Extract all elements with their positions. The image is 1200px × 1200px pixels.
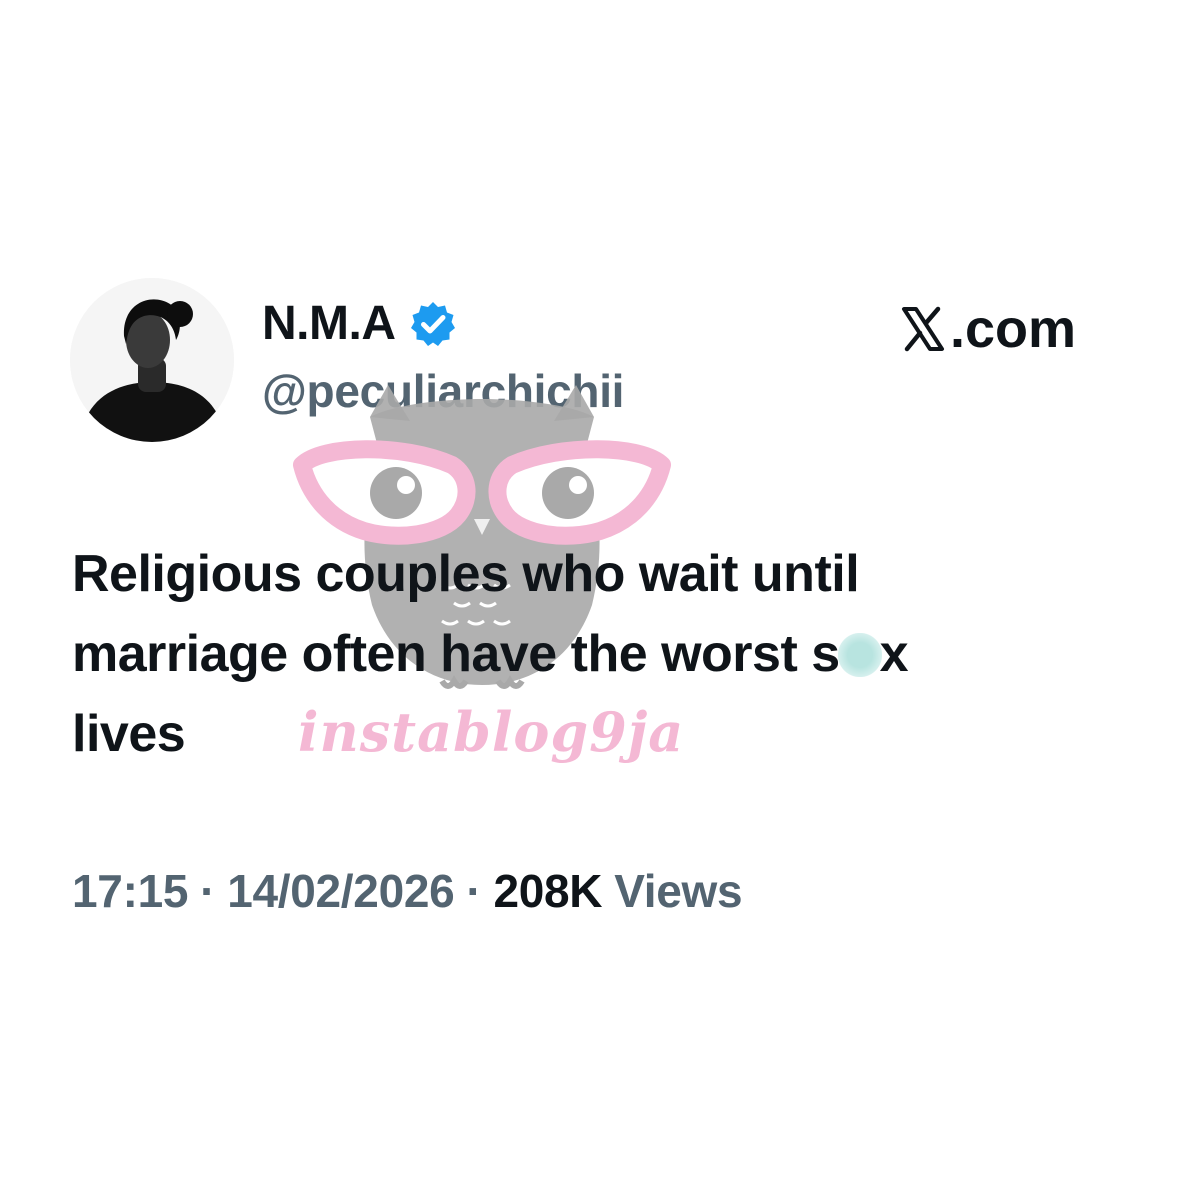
verified-badge-icon xyxy=(411,301,456,346)
tweet-date[interactable]: 14/02/2026 xyxy=(227,864,455,918)
views-label: Views xyxy=(614,865,743,917)
tweet-time[interactable]: 17:15 xyxy=(72,864,188,918)
tweet-meta: 17:15 · 14/02/2026 · 208K Views xyxy=(72,864,743,918)
views-count: 208K xyxy=(493,865,603,917)
x-logo-icon xyxy=(902,306,944,352)
display-name-row: N.M.A xyxy=(262,296,457,351)
views-link[interactable]: 208K Views xyxy=(493,864,742,918)
avatar[interactable] xyxy=(70,278,234,442)
censor-blob-icon xyxy=(837,633,882,677)
brand-label: .com xyxy=(898,298,1076,360)
tweet-card: N.M.A @peculiarchichii .com Religious co… xyxy=(0,0,1200,1200)
tweet-line-2: marriage often have the worst sx xyxy=(72,625,909,683)
watermark-text: instablog9ja xyxy=(298,700,685,764)
avatar-photo-icon xyxy=(70,278,234,442)
meta-separator: · xyxy=(200,865,216,917)
brand-domain: .com xyxy=(950,299,1077,359)
meta-separator: · xyxy=(466,865,482,917)
display-name[interactable]: N.M.A xyxy=(262,296,396,351)
tweet-line-1: Religious couples who wait until xyxy=(72,545,860,603)
